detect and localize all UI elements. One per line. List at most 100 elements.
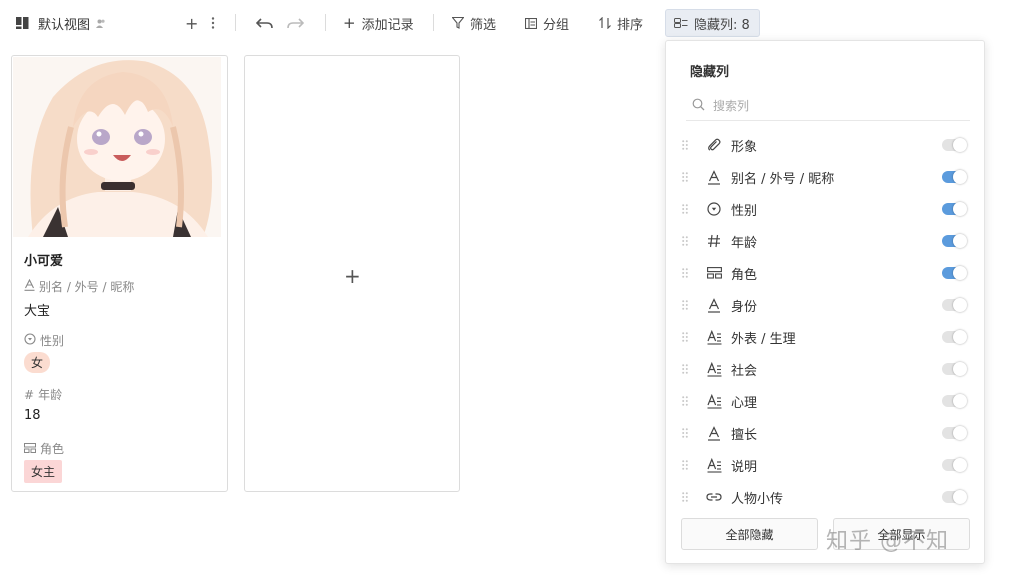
column-row[interactable]: 外表 / 生理 bbox=[680, 321, 972, 353]
drag-handle-icon[interactable] bbox=[680, 300, 690, 310]
toggle-knob bbox=[953, 330, 967, 344]
column-visibility-toggle[interactable] bbox=[942, 362, 967, 376]
toggle-knob bbox=[953, 138, 967, 152]
panel-title: 隐藏列 bbox=[690, 65, 730, 80]
watermark: 知乎 @不知 bbox=[826, 529, 949, 554]
record-card[interactable]: 小可爱 别名 / 外号 / 昵称 大宝 性别 女 # 年龄 18 角色 女主 bbox=[11, 55, 228, 492]
text-icon bbox=[706, 169, 722, 185]
field-label-gender: 性别 bbox=[24, 332, 64, 349]
redo-icon bbox=[287, 17, 304, 29]
long-text-icon bbox=[706, 393, 722, 409]
drag-handle-icon[interactable] bbox=[680, 204, 690, 214]
drag-handle-icon[interactable] bbox=[680, 140, 690, 150]
hide-all-button[interactable]: 全部隐藏 bbox=[681, 518, 818, 550]
plus-icon: + bbox=[343, 14, 356, 32]
add-view-button[interactable]: + bbox=[185, 10, 198, 36]
column-visibility-toggle[interactable] bbox=[942, 202, 967, 216]
group-label: 分组 bbox=[543, 17, 570, 33]
field-value-age: 18 bbox=[24, 408, 41, 423]
text-icon bbox=[706, 425, 722, 441]
multi-select-icon bbox=[706, 265, 722, 281]
column-visibility-toggle[interactable] bbox=[942, 170, 967, 184]
column-row[interactable]: 角色 bbox=[680, 257, 972, 289]
column-visibility-toggle[interactable] bbox=[942, 490, 967, 504]
sort-label: 排序 bbox=[617, 17, 644, 33]
column-visibility-toggle[interactable] bbox=[942, 330, 967, 344]
toggle-knob bbox=[953, 362, 967, 376]
view-more-button[interactable] bbox=[211, 10, 215, 36]
toggle-knob bbox=[953, 426, 967, 440]
add-card-placeholder[interactable]: + bbox=[244, 55, 460, 492]
column-visibility-toggle[interactable] bbox=[942, 394, 967, 408]
field-label-alias: 别名 / 外号 / 昵称 bbox=[24, 278, 134, 295]
drag-handle-icon[interactable] bbox=[680, 460, 690, 470]
toggle-knob bbox=[953, 170, 967, 184]
filter-icon bbox=[452, 17, 464, 29]
redo-button[interactable] bbox=[287, 10, 304, 36]
drag-handle-icon[interactable] bbox=[680, 396, 690, 406]
drag-handle-icon[interactable] bbox=[680, 428, 690, 438]
column-visibility-toggle[interactable] bbox=[942, 266, 967, 280]
drag-handle-icon[interactable] bbox=[680, 172, 690, 182]
long-text-icon bbox=[706, 457, 722, 473]
sort-button[interactable]: 排序 bbox=[599, 10, 643, 36]
toolbar: 默认视图 + + 添加记录 筛选 分组 排序 隐藏列: 8 bbox=[0, 0, 1011, 44]
column-row[interactable]: 身份 bbox=[680, 289, 972, 321]
column-row[interactable]: 年龄 bbox=[680, 225, 972, 257]
hide-columns-panel: 隐藏列 形象别名 / 外号 / 昵称性别年龄角色身份外表 / 生理社会心理擅长说… bbox=[665, 40, 985, 564]
plus-icon: + bbox=[185, 13, 199, 33]
card-cover-image bbox=[13, 57, 221, 237]
add-record-button[interactable]: + 添加记录 bbox=[343, 10, 414, 36]
drag-handle-icon[interactable] bbox=[680, 364, 690, 374]
group-icon bbox=[525, 17, 537, 29]
text-field-icon bbox=[24, 278, 39, 294]
undo-icon bbox=[256, 17, 273, 29]
column-name: 人物小传 bbox=[731, 491, 784, 507]
column-visibility-toggle[interactable] bbox=[942, 138, 967, 152]
field-label-role: 角色 bbox=[24, 440, 64, 457]
column-name: 擅长 bbox=[731, 427, 758, 443]
sort-icon bbox=[599, 17, 611, 29]
hidden-columns-icon bbox=[674, 18, 688, 28]
undo-button[interactable] bbox=[256, 10, 273, 36]
column-search bbox=[686, 91, 970, 121]
column-row[interactable]: 心理 bbox=[680, 385, 972, 417]
filter-button[interactable]: 筛选 bbox=[452, 10, 496, 36]
toggle-knob bbox=[953, 202, 967, 216]
add-record-label: 添加记录 bbox=[361, 17, 414, 33]
column-name: 社会 bbox=[731, 363, 758, 379]
column-row[interactable]: 性别 bbox=[680, 193, 972, 225]
toolbar-divider bbox=[325, 14, 326, 31]
toggle-knob bbox=[953, 298, 967, 312]
column-visibility-toggle[interactable] bbox=[942, 458, 967, 472]
column-visibility-toggle[interactable] bbox=[942, 298, 967, 312]
column-row[interactable]: 人物小传 bbox=[680, 481, 972, 513]
drag-handle-icon[interactable] bbox=[680, 236, 690, 246]
column-visibility-toggle[interactable] bbox=[942, 426, 967, 440]
field-label-age: # 年龄 bbox=[24, 387, 63, 403]
column-name: 外表 / 生理 bbox=[731, 331, 796, 347]
hidden-columns-label: 隐藏列: 8 bbox=[694, 17, 750, 33]
drag-handle-icon[interactable] bbox=[680, 492, 690, 502]
multi-select-icon bbox=[24, 442, 40, 456]
column-row[interactable]: 社会 bbox=[680, 353, 972, 385]
hidden-columns-button[interactable]: 隐藏列: 8 bbox=[665, 9, 760, 37]
card-title: 小可爱 bbox=[24, 254, 64, 269]
column-row[interactable]: 形象 bbox=[680, 129, 972, 161]
column-row[interactable]: 别名 / 外号 / 昵称 bbox=[680, 161, 972, 193]
drag-handle-icon[interactable] bbox=[680, 268, 690, 278]
drag-handle-icon[interactable] bbox=[680, 332, 690, 342]
search-input[interactable] bbox=[713, 98, 953, 113]
column-visibility-toggle[interactable] bbox=[942, 234, 967, 248]
group-button[interactable]: 分组 bbox=[525, 10, 569, 36]
column-row[interactable]: 说明 bbox=[680, 449, 972, 481]
column-name: 身份 bbox=[731, 299, 758, 315]
view-selector[interactable]: 默认视图 bbox=[16, 10, 106, 36]
gender-tag: 女 bbox=[24, 352, 51, 373]
text-icon bbox=[706, 297, 722, 313]
more-vertical-icon bbox=[211, 17, 215, 29]
view-title: 默认视图 bbox=[38, 17, 91, 33]
column-name: 心理 bbox=[731, 395, 758, 411]
column-row[interactable]: 擅长 bbox=[680, 417, 972, 449]
column-name: 形象 bbox=[731, 139, 758, 155]
